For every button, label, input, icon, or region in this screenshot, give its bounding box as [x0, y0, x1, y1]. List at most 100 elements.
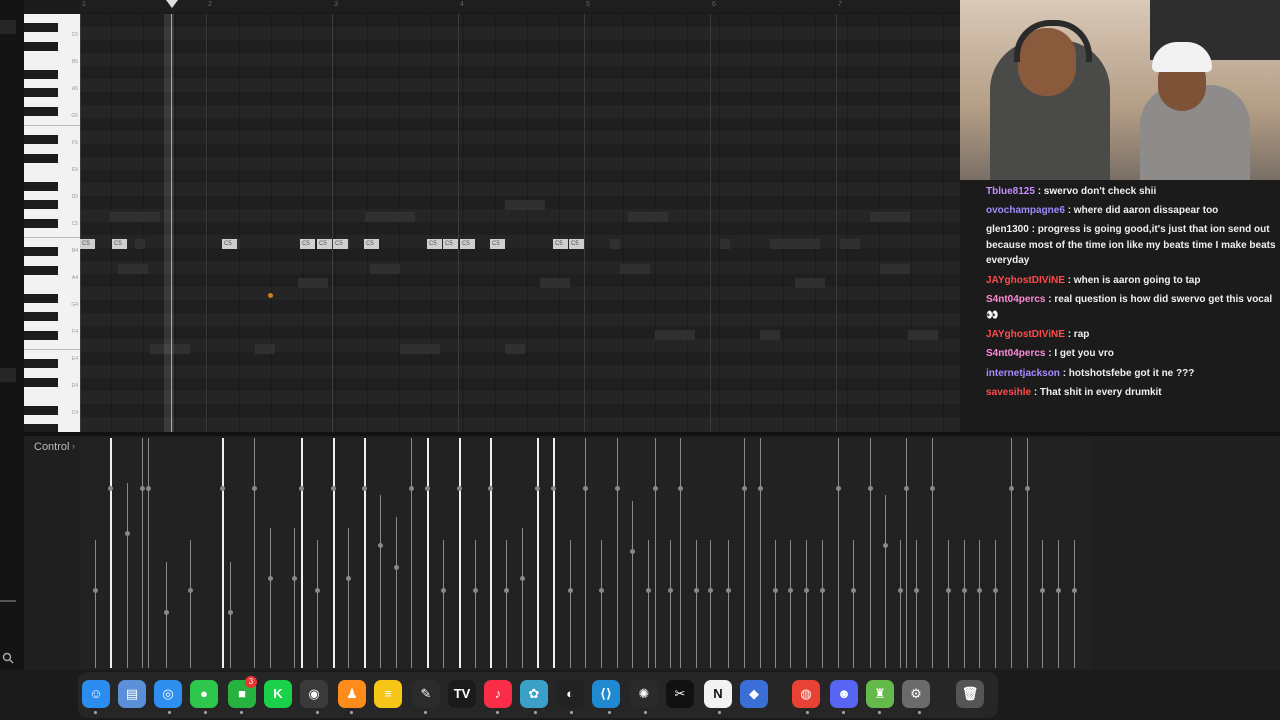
- velocity-handle[interactable]: [299, 486, 304, 491]
- velocity-handle[interactable]: [946, 588, 951, 593]
- velocity-handle[interactable]: [708, 588, 713, 593]
- chatgpt-icon[interactable]: ✺: [630, 680, 658, 708]
- chat-username[interactable]: glen1300: [986, 224, 1029, 235]
- velocity-handle[interactable]: [378, 543, 383, 548]
- velocity-handle[interactable]: [962, 588, 967, 593]
- velocity-bar[interactable]: [870, 438, 871, 668]
- black-key[interactable]: [24, 359, 58, 369]
- velocity-handle[interactable]: [898, 588, 903, 593]
- midi-note[interactable]: C5: [333, 239, 348, 249]
- chat-username[interactable]: S4nt04percs: [986, 348, 1045, 359]
- velocity-bar[interactable]: [585, 438, 586, 668]
- midi-note[interactable]: C5: [364, 239, 379, 249]
- midi-note[interactable]: C5: [443, 239, 458, 249]
- velocity-handle[interactable]: [252, 486, 257, 491]
- velocity-handle[interactable]: [836, 486, 841, 491]
- black-key[interactable]: [24, 69, 58, 79]
- velocity-handle[interactable]: [1025, 486, 1030, 491]
- velocity-bar[interactable]: [95, 540, 96, 668]
- velocity-handle[interactable]: [788, 588, 793, 593]
- velocity-handle[interactable]: [1072, 588, 1077, 593]
- chat-username[interactable]: JAYghostDIViNE: [986, 275, 1065, 286]
- velocity-handle[interactable]: [331, 486, 336, 491]
- velocity-handle[interactable]: [583, 486, 588, 491]
- velocity-handle[interactable]: [804, 588, 809, 593]
- velocity-bar[interactable]: [364, 438, 366, 668]
- black-key[interactable]: [24, 107, 58, 116]
- black-key[interactable]: [24, 377, 58, 387]
- velocity-bar[interactable]: [301, 438, 303, 668]
- velocity-handle[interactable]: [1056, 588, 1061, 593]
- velocity-handle[interactable]: [820, 588, 825, 593]
- velocity-handle[interactable]: [883, 543, 888, 548]
- velocity-bar[interactable]: [916, 540, 917, 668]
- velocity-handle[interactable]: [125, 531, 130, 536]
- velocity-bar[interactable]: [680, 438, 681, 668]
- velocity-bar[interactable]: [696, 540, 697, 668]
- velocity-handle[interactable]: [394, 565, 399, 570]
- velocity-handle[interactable]: [140, 486, 145, 491]
- velocity-handle[interactable]: [599, 588, 604, 593]
- velocity-bar[interactable]: [790, 540, 791, 668]
- black-key[interactable]: [24, 153, 58, 163]
- velocity-bar[interactable]: [822, 540, 823, 668]
- velocity-bar[interactable]: [222, 438, 224, 668]
- black-key[interactable]: [24, 293, 58, 303]
- velocity-bar[interactable]: [670, 540, 671, 668]
- velocity-handle[interactable]: [678, 486, 683, 491]
- velocity-bar[interactable]: [655, 438, 656, 668]
- velocity-handle[interactable]: [868, 486, 873, 491]
- velocity-bar[interactable]: [601, 540, 602, 668]
- midi-note[interactable]: C5: [490, 239, 505, 249]
- velocity-bar[interactable]: [806, 540, 807, 668]
- velocity-handle[interactable]: [914, 588, 919, 593]
- velocity-bar[interactable]: [853, 540, 854, 668]
- velocity-handle[interactable]: [292, 576, 297, 581]
- velocity-handle[interactable]: [630, 549, 635, 554]
- velocity-bar[interactable]: [142, 438, 143, 668]
- discord-icon[interactable]: ☻: [830, 680, 858, 708]
- velocity-bar[interactable]: [348, 528, 349, 668]
- velocity-handle[interactable]: [188, 588, 193, 593]
- velocity-handle[interactable]: [904, 486, 909, 491]
- velocity-bar[interactable]: [648, 540, 649, 668]
- vscode-icon[interactable]: ⟨⟩: [592, 680, 620, 708]
- midi-note[interactable]: C5: [427, 239, 442, 249]
- velocity-bar[interactable]: [490, 438, 492, 668]
- velocity-bar[interactable]: [900, 540, 901, 668]
- midi-note[interactable]: C5: [80, 239, 95, 249]
- timeline-ruler[interactable]: 1 2 3 4 5 6 7: [80, 0, 960, 12]
- velocity-handle[interactable]: [646, 588, 651, 593]
- black-key[interactable]: [24, 23, 58, 33]
- velocity-handle[interactable]: [441, 588, 446, 593]
- velocity-handle[interactable]: [851, 588, 856, 593]
- velocity-bar[interactable]: [459, 438, 461, 668]
- notion-icon[interactable]: N: [704, 680, 732, 708]
- velocity-bar[interactable]: [380, 495, 381, 668]
- music-icon[interactable]: ♪: [484, 680, 512, 708]
- velocity-handle[interactable]: [362, 486, 367, 491]
- black-key[interactable]: [24, 88, 58, 98]
- chrome-icon[interactable]: ◍: [792, 680, 820, 708]
- midi-note[interactable]: C5: [112, 239, 127, 249]
- finder-icon[interactable]: ☺: [82, 680, 110, 708]
- tradingview-icon[interactable]: TV: [448, 680, 476, 708]
- game-icon[interactable]: ♜: [866, 680, 894, 708]
- velocity-bar[interactable]: [333, 438, 335, 668]
- velocity-bar[interactable]: [443, 540, 444, 668]
- velocity-handle[interactable]: [742, 486, 747, 491]
- velocity-bar[interactable]: [710, 540, 711, 668]
- velocity-bar[interactable]: [838, 438, 839, 668]
- velocity-bar[interactable]: [1042, 540, 1043, 668]
- black-key[interactable]: [24, 200, 58, 210]
- black-key[interactable]: [24, 265, 58, 275]
- velocity-bar[interactable]: [906, 438, 907, 668]
- midi-note[interactable]: C5: [300, 239, 315, 249]
- velocity-handle[interactable]: [568, 588, 573, 593]
- velocity-bar[interactable]: [127, 483, 128, 668]
- velocity-bar[interactable]: [522, 528, 523, 668]
- velocity-bar[interactable]: [317, 540, 318, 668]
- velocity-handle[interactable]: [930, 486, 935, 491]
- velocity-bar[interactable]: [427, 438, 429, 668]
- kick-icon[interactable]: K: [264, 680, 292, 708]
